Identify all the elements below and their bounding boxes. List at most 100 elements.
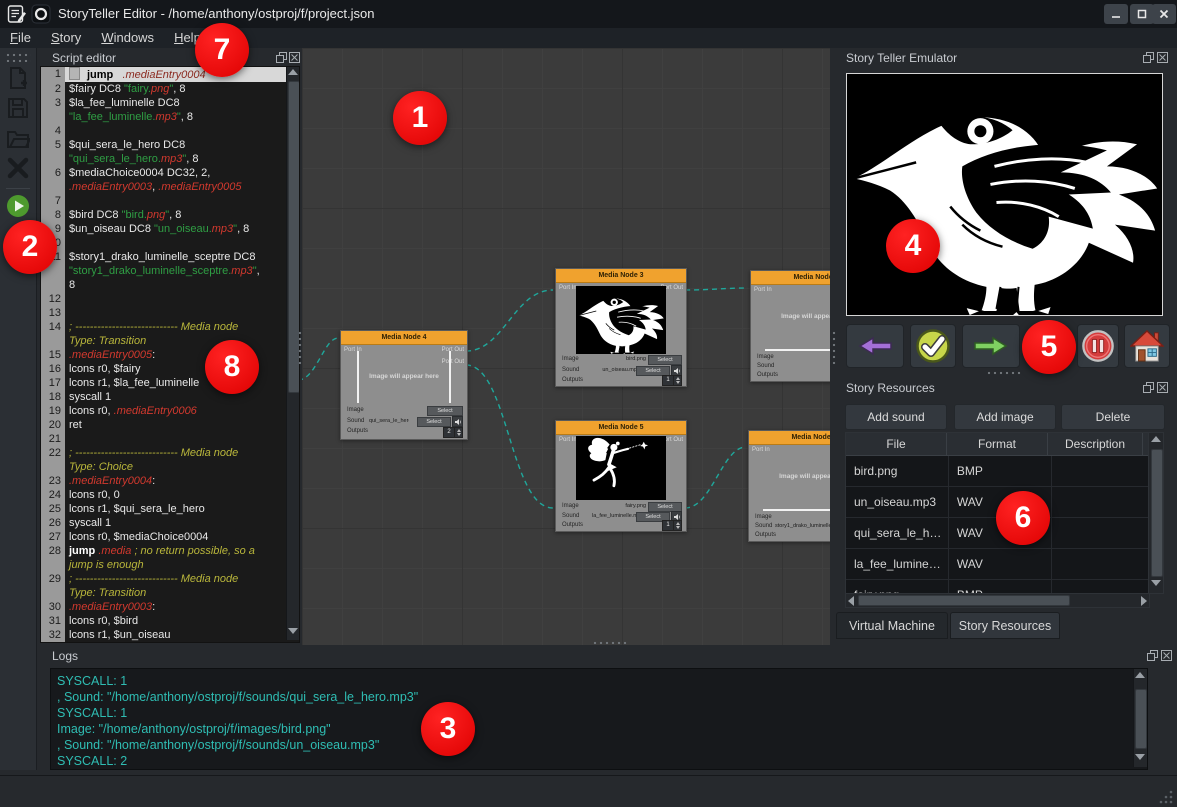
resources-hscrollbar[interactable] [845,593,1150,608]
toolbar-drag-handle[interactable] [5,52,31,62]
port-in[interactable]: Port In [754,287,772,293]
emulator-pause-button[interactable] [1077,324,1119,368]
resources-vscrollbar[interactable] [1148,432,1164,594]
splitter-handle[interactable] [297,330,302,364]
resources-hscroll-thumb[interactable] [858,595,1070,606]
resources-close-icon[interactable] [1157,382,1168,393]
minimize-button[interactable] [1104,4,1128,24]
emulator-back-button[interactable] [846,324,904,368]
script-editor-float-icon[interactable] [276,52,287,63]
emulator-float-icon[interactable] [1143,52,1154,63]
code-line: 13 [41,306,287,320]
menu-item-windows[interactable]: Windows [91,28,164,48]
table-cell [1052,487,1149,517]
sound-value: un_oiseau.mp3 [598,367,640,373]
port-in[interactable]: Port In [559,285,577,291]
code-line: 21 [41,432,287,446]
logs-float-icon[interactable] [1147,650,1158,661]
resize-grip[interactable] [1159,790,1173,804]
port-out[interactable]: Port Out [442,359,464,365]
code-line: 18syscall 1 [41,390,287,404]
tab-virtual-machine[interactable]: Virtual Machine [836,612,948,639]
menu-item-story[interactable]: Story [41,28,91,48]
emulator-ok-button[interactable] [910,324,956,368]
splitter-handle[interactable] [592,640,628,645]
table-row[interactable]: la_fee_lumine…WAV [846,549,1149,580]
logs-scrollbar[interactable] [1133,669,1147,767]
logs-title: Logs [52,649,78,663]
table-row[interactable]: bird.pngBMP [846,456,1149,487]
open-folder-icon[interactable] [6,126,30,150]
image-label: Image [562,503,579,509]
node-title-bar[interactable]: Media Node 4 [341,331,467,345]
port-out[interactable]: Port Out [442,347,464,353]
new-document-icon[interactable] [6,66,30,90]
emulator-forward-button[interactable] [962,324,1020,368]
column-header-format[interactable]: Format [947,433,1048,455]
run-icon[interactable] [6,194,30,218]
resources-float-icon[interactable] [1143,382,1154,393]
node-title-bar[interactable]: Media Node 5 [556,421,686,435]
application-window: StoryTeller Editor - /home/anthony/ostpr… [0,0,1177,807]
code-line: 9$un_oiseau DC8 "un_oiseau.mp3", 8 [41,222,287,236]
logs-close-icon[interactable] [1161,650,1172,661]
speaker-icon[interactable] [452,416,463,427]
select-sound-button[interactable]: Select [417,417,451,427]
outputs-spinner[interactable]: 1 [662,375,682,386]
status-bar [0,775,1177,807]
menu-bar: FileStoryWindowsHelp [0,28,1177,48]
port-in[interactable]: Port In [752,447,770,453]
column-header-description[interactable]: Description [1048,433,1143,455]
table-row[interactable]: fairy.pngBMP [846,580,1149,594]
splitter-handle[interactable] [831,330,836,364]
emulator-home-button[interactable] [1124,324,1170,368]
node-graph-canvas[interactable]: Media Node 4 Port In Port Out Port Out I… [302,48,830,645]
node-title-bar[interactable]: Media Node 2 [751,271,830,285]
maximize-button[interactable] [1130,4,1154,24]
outputs-spinner[interactable]: 2 [443,427,463,438]
image-frame-line [765,349,830,351]
scroll-down-arrow[interactable] [1151,580,1161,590]
select-image-button[interactable]: Select [648,355,682,365]
add-image-button[interactable]: Add image [954,404,1056,430]
table-header-row[interactable]: File Format Description [846,433,1149,456]
media-node-2[interactable]: Media Node 2 Port In Image will appear h… [750,270,830,382]
scroll-up-arrow[interactable] [1135,672,1145,682]
tab-story-resources[interactable]: Story Resources [950,612,1060,639]
script-editor[interactable]: 1jump .mediaEntry00042$fairy DC8 "fairy.… [40,66,300,643]
delete-button[interactable]: Delete [1061,404,1165,430]
select-image-button[interactable]: Select [427,406,463,416]
media-node-5[interactable]: Media Node 5 Port In Port Out Image fair… [555,420,687,532]
close-button[interactable] [1152,4,1176,24]
scroll-left-arrow[interactable] [848,596,854,606]
outputs-label: Outputs [755,532,776,538]
emulator-close-icon[interactable] [1157,52,1168,63]
script-editor-close-icon[interactable] [289,52,300,63]
add-sound-button[interactable]: Add sound [845,404,947,430]
menu-item-file[interactable]: File [0,28,41,48]
scroll-down-arrow[interactable] [1135,754,1145,764]
node-title-bar[interactable]: Media Node 6 [749,431,830,445]
node-title-bar[interactable]: Media Node 3 [556,269,686,283]
media-node-4[interactable]: Media Node 4 Port In Port Out Port Out I… [340,330,468,440]
media-node-3[interactable]: Media Node 3 Port In Port Out Image bird… [555,268,687,387]
save-icon[interactable] [6,96,30,120]
port-in[interactable]: Port In [344,347,362,353]
outputs-spinner[interactable]: 1 [662,520,682,531]
code-line: 12 [41,292,287,306]
logs-scroll-thumb[interactable] [1135,689,1147,749]
table-cell: fairy.png [846,580,949,594]
splitter-handle[interactable] [986,370,1022,375]
scroll-right-arrow[interactable] [1141,596,1147,606]
column-header-file[interactable]: File [846,433,947,455]
port-in[interactable]: Port In [559,437,577,443]
code-line: 23.mediaEntry0004: [41,474,287,488]
scroll-up-arrow[interactable] [288,69,298,79]
code-line: 10 [41,236,287,250]
scroll-down-arrow[interactable] [288,628,298,638]
scroll-up-arrow[interactable] [1151,436,1161,446]
resources-vscroll-thumb[interactable] [1151,449,1163,577]
image-label: Image [755,514,772,520]
close-project-icon[interactable] [6,156,30,180]
media-node-6[interactable]: Media Node 6 Port In Image will appear h… [748,430,830,542]
